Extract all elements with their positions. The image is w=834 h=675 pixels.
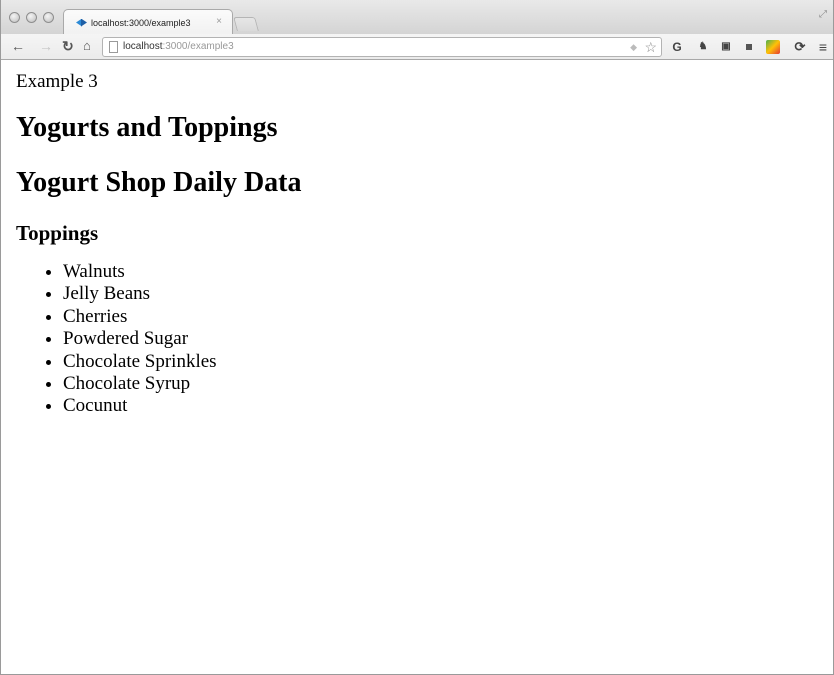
minimize-window-button[interactable] <box>26 12 37 23</box>
list-item: Jelly Beans <box>63 283 818 305</box>
toppings-list: Walnuts Jelly Beans Cherries Powdered Su… <box>16 261 818 418</box>
zoom-window-button[interactable] <box>43 12 54 23</box>
list-item: Chocolate Sprinkles <box>63 351 818 373</box>
url-host: localhost <box>123 41 163 52</box>
page-content: Example 3 Yogurts and Toppings Yogurt Sh… <box>1 61 833 674</box>
reload-button[interactable]: ↻ <box>62 39 74 53</box>
extension-g-icon[interactable]: G <box>670 40 684 54</box>
list-item: Cherries <box>63 306 818 328</box>
tab-title: localhost:3000/example3 <box>91 17 191 28</box>
page-action-icon[interactable]: ◆ <box>630 38 637 56</box>
extension-php-icon[interactable]: ♞ <box>696 40 710 54</box>
extension-sync-icon[interactable]: ⟳ <box>793 40 807 54</box>
list-item: Cocunut <box>63 395 818 417</box>
new-tab-button[interactable] <box>233 17 259 31</box>
page-title: Yogurts and Toppings <box>16 112 278 143</box>
favicon-icon <box>76 18 88 28</box>
extension-tag-icon[interactable]: ▣ <box>719 40 733 54</box>
forward-button[interactable]: → <box>39 39 53 53</box>
back-button[interactable]: ← <box>11 39 25 53</box>
extension-colorful-icon[interactable] <box>766 40 780 54</box>
menu-icon[interactable]: ≡ <box>816 40 830 54</box>
url-path: :3000/example3 <box>162 41 234 52</box>
tab-strip: localhost:3000/example3 × ⤢ <box>1 0 833 35</box>
extension-grid-icon[interactable] <box>742 40 756 54</box>
close-window-button[interactable] <box>9 12 20 23</box>
home-button[interactable]: ⌂ <box>83 39 91 53</box>
bookmark-star-icon[interactable]: ☆ <box>644 38 657 56</box>
page-subtitle: Yogurt Shop Daily Data <box>16 167 302 198</box>
example-label: Example 3 <box>16 71 98 92</box>
toolbar: ← → ↻ ⌂ localhost:3000/example3 ◆ ☆ G ♞ … <box>1 34 833 60</box>
tab-close-icon[interactable]: × <box>216 16 222 27</box>
browser-window: localhost:3000/example3 × ⤢ ← → ↻ ⌂ loca… <box>0 0 834 675</box>
address-bar[interactable]: localhost:3000/example3 ◆ ☆ <box>102 37 662 57</box>
tab-active[interactable]: localhost:3000/example3 × <box>63 9 233 35</box>
list-item: Powdered Sugar <box>63 328 818 350</box>
list-item: Chocolate Syrup <box>63 373 818 395</box>
fullscreen-icon[interactable]: ⤢ <box>819 9 827 20</box>
section-heading: Toppings <box>16 221 99 245</box>
list-item: Walnuts <box>63 261 818 283</box>
page-icon <box>109 41 118 53</box>
